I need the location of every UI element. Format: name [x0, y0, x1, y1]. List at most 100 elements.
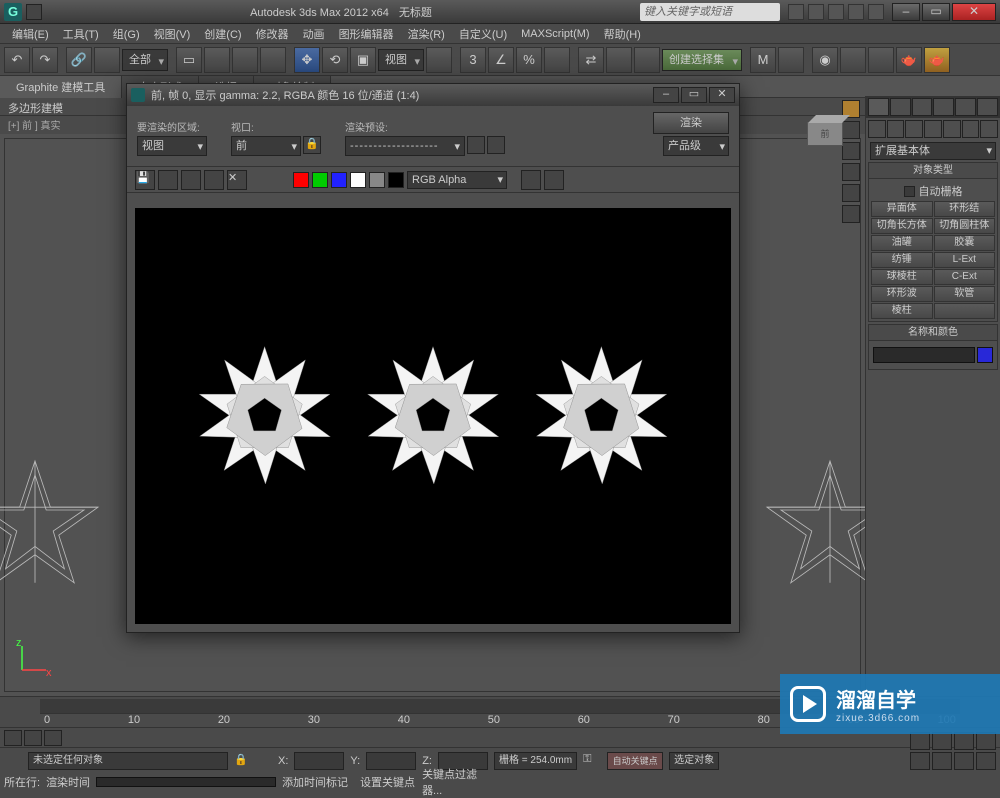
preset-btn-2[interactable] [487, 136, 505, 154]
obj-spindle[interactable]: 纺锤 [871, 252, 933, 268]
add-time-marker[interactable]: 添加时间标记 [282, 774, 348, 790]
cameras-cat-button[interactable] [924, 120, 942, 138]
current-row-button[interactable]: 所在行: [4, 774, 40, 790]
object-name-input[interactable] [873, 347, 975, 363]
obj-lext[interactable]: L-Ext [934, 252, 996, 268]
alpha-channel-icon[interactable] [350, 172, 366, 188]
percent-snap-button[interactable]: % [516, 47, 542, 73]
obj-chamferbox[interactable]: 切角长方体 [871, 218, 933, 234]
schematic-button[interactable] [778, 47, 804, 73]
menu-rendering[interactable]: 渲染(R) [402, 24, 451, 44]
geometry-cat-button[interactable] [868, 120, 886, 138]
menu-views[interactable]: 视图(V) [148, 24, 197, 44]
zoom-icon[interactable] [932, 732, 952, 750]
named-selection-dropdown[interactable]: 创建选择集 [662, 49, 742, 71]
material-editor-button[interactable]: ◉ [812, 47, 838, 73]
app-logo-icon[interactable]: G [4, 3, 22, 21]
lock-selection-icon[interactable]: 🔒 [234, 753, 250, 769]
obj-hedra[interactable]: 异面体 [871, 201, 933, 217]
render-setup-button[interactable] [840, 47, 866, 73]
shapes-cat-button[interactable] [887, 120, 905, 138]
help-search-input[interactable]: 键入关键字或短语 [640, 3, 780, 21]
object-color-swatch[interactable] [977, 347, 993, 363]
coord-mode-icon[interactable] [256, 753, 272, 769]
maximize-vp-icon[interactable] [932, 752, 952, 770]
modify-tab[interactable] [890, 98, 911, 116]
spinner-snap-button[interactable] [544, 47, 570, 73]
render-maximize-button[interactable]: ▭ [681, 87, 707, 103]
render-close-button[interactable]: ✕ [709, 87, 735, 103]
obj-capsule[interactable]: 胶囊 [934, 235, 996, 251]
menu-grapheditors[interactable]: 图形编辑器 [333, 24, 400, 44]
hierarchy-tab[interactable] [912, 98, 933, 116]
selected-dropdown[interactable]: 选定对象 [669, 752, 719, 770]
nav-icon-7[interactable] [954, 752, 974, 770]
obj-torusknot[interactable]: 环形结 [934, 201, 996, 217]
rotate-button[interactable]: ⟲ [322, 47, 348, 73]
blue-channel-icon[interactable] [331, 172, 347, 188]
selection-filter-dropdown[interactable]: 全部 [122, 49, 168, 71]
select-name-button[interactable] [204, 47, 230, 73]
create-tab[interactable] [868, 98, 889, 116]
preset-dropdown[interactable]: ------------------- [345, 136, 465, 156]
render-button-dialog[interactable]: 渲染 [653, 112, 729, 134]
help-icon[interactable] [868, 4, 884, 20]
copy-image-button[interactable] [158, 170, 178, 190]
print-button[interactable] [204, 170, 224, 190]
autogrid-checkbox[interactable]: 自动栅格 [871, 181, 995, 201]
space-cat-button[interactable] [962, 120, 980, 138]
menu-help[interactable]: 帮助(H) [598, 24, 647, 44]
link-button[interactable]: 🔗 [66, 47, 92, 73]
production-dropdown[interactable]: 产品级 [663, 136, 729, 156]
obj-cext[interactable]: C-Ext [934, 269, 996, 285]
zoom-extents-icon[interactable] [954, 732, 974, 750]
overlay-button[interactable] [544, 170, 564, 190]
app-menu-icon[interactable] [26, 4, 42, 20]
rendered-frame-button[interactable] [868, 47, 894, 73]
menu-animation[interactable]: 动画 [297, 24, 331, 44]
name-color-header[interactable]: 名称和颜色 [869, 325, 997, 341]
coord-y-input[interactable] [366, 752, 416, 770]
trackbar-btn-3[interactable] [44, 730, 62, 746]
favorite-icon[interactable] [848, 4, 864, 20]
render-window-titlebar[interactable]: 前, 帧 0, 显示 gamma: 2.2, RGBA 颜色 16 位/通道 (… [127, 84, 739, 106]
obj-oiltank[interactable]: 油罐 [871, 235, 933, 251]
menu-group[interactable]: 组(G) [107, 24, 146, 44]
bg-channel-icon[interactable] [388, 172, 404, 188]
script-listener-button[interactable] [4, 753, 22, 769]
subscription-icon[interactable] [808, 4, 824, 20]
menu-modifiers[interactable]: 修改器 [250, 24, 295, 44]
nav-icon-8[interactable] [976, 752, 996, 770]
save-image-button[interactable]: 💾 [135, 170, 155, 190]
viewport-dropdown[interactable]: 前 [231, 136, 301, 156]
trackbar-btn-1[interactable] [4, 730, 22, 746]
channel-dropdown[interactable]: RGB Alpha [407, 171, 507, 189]
keyfilter-button[interactable]: 关键点过滤器... [422, 766, 494, 798]
subcategory-dropdown[interactable]: 扩展基本体 [870, 142, 996, 160]
unlink-button[interactable] [94, 47, 120, 73]
red-channel-icon[interactable] [293, 172, 309, 188]
quick-render-button[interactable]: 🫖 [924, 47, 950, 73]
key-mode-icon[interactable]: ⚿ [583, 753, 601, 769]
obj-prism[interactable]: 棱柱 [871, 303, 933, 319]
scale-button[interactable]: ▣ [350, 47, 376, 73]
close-button[interactable]: ✕ [952, 3, 996, 21]
obj-hose[interactable]: 软管 [934, 286, 996, 302]
green-channel-icon[interactable] [312, 172, 328, 188]
search-icon[interactable] [788, 4, 804, 20]
menu-customize[interactable]: 自定义(U) [453, 24, 513, 44]
angle-snap-button[interactable]: ∠ [488, 47, 514, 73]
display-tab[interactable] [955, 98, 976, 116]
exchange-icon[interactable] [828, 4, 844, 20]
redo-button[interactable]: ↷ [32, 47, 58, 73]
menu-maxscript[interactable]: MAXScript(M) [515, 26, 595, 42]
render-canvas[interactable] [135, 208, 731, 624]
preset-btn-1[interactable] [467, 136, 485, 154]
window-crossing-button[interactable] [260, 47, 286, 73]
layer-button[interactable] [634, 47, 660, 73]
mono-channel-icon[interactable] [369, 172, 385, 188]
toggle-ui-button[interactable] [521, 170, 541, 190]
clear-button[interactable]: ✕ [227, 170, 247, 190]
lights-cat-button[interactable] [905, 120, 923, 138]
systems-cat-button[interactable] [980, 120, 998, 138]
